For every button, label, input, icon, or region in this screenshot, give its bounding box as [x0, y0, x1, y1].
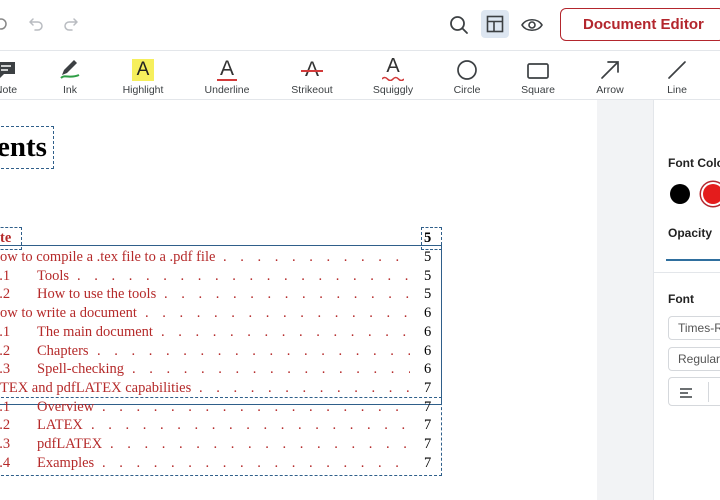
menu-icon[interactable] [0, 12, 12, 36]
tool-label: Square [521, 84, 555, 96]
toc-entry-page: 6 [424, 305, 432, 322]
tool-ink[interactable]: Ink [35, 55, 105, 96]
font-style-select[interactable]: Regular [668, 347, 720, 371]
divider [654, 272, 720, 273]
toc-entry-title: Examples [37, 454, 95, 471]
toc-entry-title: ow to compile a .tex file to a .pdf file [0, 249, 216, 265]
toc-leader-dots: . . . . . . . . . . . . . . . . . . . . … [132, 361, 410, 378]
toc-entry-title: The main document [37, 323, 153, 340]
eye-icon[interactable] [518, 12, 546, 38]
toc-entry-number: 2.3 [0, 361, 11, 378]
ink-pen-icon [35, 55, 105, 81]
tool-label: Arrow [596, 84, 624, 96]
toc-leader-dots: . . . . . . . . . . . . . . . . . . . . … [161, 323, 410, 340]
toc-entry-title: Chapters [37, 342, 89, 359]
toc-leader-dots: . . . . . . . . . . . . . . . . . . . . … [77, 267, 410, 284]
highlight-icon: A [108, 55, 178, 81]
top-bar: Document Editor [0, 0, 720, 51]
toc-entry-page: 7 [424, 379, 432, 396]
toc-entry-number: 2.2 [0, 342, 11, 359]
toc-entry-page: 5 [424, 286, 432, 303]
tool-label: Highlight [122, 84, 164, 96]
toc-entry-title: TEX and pdfLATEX capabilities [0, 379, 192, 396]
color-swatch-black[interactable] [670, 184, 690, 204]
toc-entry-title: Tools [37, 267, 70, 284]
document-viewer[interactable]: ents te 5 ow to compile a .tex file to a… [0, 100, 597, 500]
search-icon[interactable] [446, 12, 472, 38]
toc-entry-title: Spell-checking [37, 361, 124, 378]
properties-panel: Font Colo Opacity Font Times-R Regular [653, 100, 720, 500]
toc-entry-page: 5 [424, 267, 432, 284]
tool-label: Underline [204, 84, 250, 96]
strikeout-icon: A [277, 55, 347, 81]
font-family-select[interactable]: Times-R [668, 316, 720, 340]
circle-icon [432, 55, 502, 81]
toc-entry-page: 5 [424, 249, 432, 265]
toc-entry-number: 1.2 [0, 286, 11, 303]
tool-highlight[interactable]: A Highlight [108, 55, 178, 96]
toc-entry-page: 7 [424, 417, 432, 434]
toc-leader-dots: . . . . . . . . . . . . . . . . . . . . … [91, 417, 410, 434]
color-swatch-red[interactable] [703, 184, 720, 204]
toc-leader-dots: . . . . . . . . . . . . . . . . . . . . … [145, 305, 410, 322]
toc-leader-dots: . . . . . . . . . . . . . . . . . . . . … [164, 286, 410, 303]
tool-label: Squiggly [372, 84, 414, 96]
tool-strikeout[interactable]: A Strikeout [277, 55, 347, 97]
font-color-label: Font Colo [668, 156, 720, 170]
toc-leader-dots: . . . . . . . . . . . . . . . . . . . . … [199, 379, 410, 396]
tool-underline[interactable]: A Underline [192, 55, 262, 96]
toc-entry-page: 7 [424, 398, 432, 415]
toc-entry-page: 7 [424, 454, 432, 471]
toc-entry-title: ow to write a document [0, 305, 137, 322]
tool-squiggly[interactable]: A Squiggly [358, 55, 428, 96]
tool-square[interactable]: Square [503, 55, 573, 96]
toc-entry-title: Overview [37, 398, 95, 415]
viewer-gutter [597, 100, 653, 500]
opacity-slider[interactable] [666, 259, 720, 261]
tool-label: Circle [453, 84, 481, 96]
text-align-group [668, 377, 720, 406]
annotation-toolbar: Note Ink A Highlight A Underline A Strik… [0, 51, 720, 100]
toc-entry-number: 3.1 [0, 398, 11, 415]
tool-line[interactable]: Line [642, 55, 712, 96]
toc-leader-dots: . . . . . . . . . . . . . . . . . . . . … [102, 398, 410, 415]
redo-icon[interactable] [61, 13, 81, 35]
tool-label: Ink [62, 84, 77, 96]
document-editor-button[interactable]: Document Editor [560, 8, 720, 41]
toc-entry-title: pdfLATEX [37, 436, 103, 452]
tool-circle[interactable]: Circle [432, 55, 502, 96]
toc-entry-page: 6 [424, 361, 432, 378]
toc-entry-number: 2.1 [0, 323, 11, 340]
toc-entry-number: 1.1 [0, 267, 11, 284]
tool-label: Line [667, 84, 687, 96]
underline-icon: A [192, 55, 262, 81]
undo-icon[interactable] [26, 13, 46, 35]
toc-entry-title: How to use the tools [37, 286, 157, 303]
toc-entry-page: 6 [424, 323, 432, 340]
arrow-icon [575, 55, 645, 81]
font-label: Font [668, 292, 694, 306]
toc-entry-number: 3.2 [0, 417, 11, 434]
line-icon [642, 55, 712, 81]
layout-panel-icon[interactable] [481, 10, 509, 38]
toc-leader-dots: . . . . . . . . . . . . . . . . . . . . … [223, 249, 410, 265]
tool-label: Strikeout [291, 84, 333, 96]
toc-leader-dots: . . . . . . . . . . . . . . . . . . . . … [97, 342, 410, 359]
toc-entry-number: 3.3 [0, 436, 11, 452]
page-heading[interactable]: ents [0, 126, 54, 169]
toc-entry-page: 6 [424, 342, 432, 359]
square-icon [503, 55, 573, 81]
align-left-icon[interactable] [679, 386, 693, 404]
opacity-label: Opacity [668, 226, 713, 240]
toc-entry-number: 3.4 [0, 454, 11, 471]
divider [708, 382, 709, 402]
toc-leader-dots: . . . . . . . . . . . . . . . . . . . . … [102, 454, 410, 471]
tool-arrow[interactable]: Arrow [575, 55, 645, 96]
toc-entry-page: 7 [424, 436, 432, 452]
squiggly-icon: A [358, 55, 428, 81]
toc-entry-title: LATEX [37, 417, 83, 434]
toc-leader-dots: . . . . . . . . . . . . . . . . . . . . … [110, 436, 410, 452]
